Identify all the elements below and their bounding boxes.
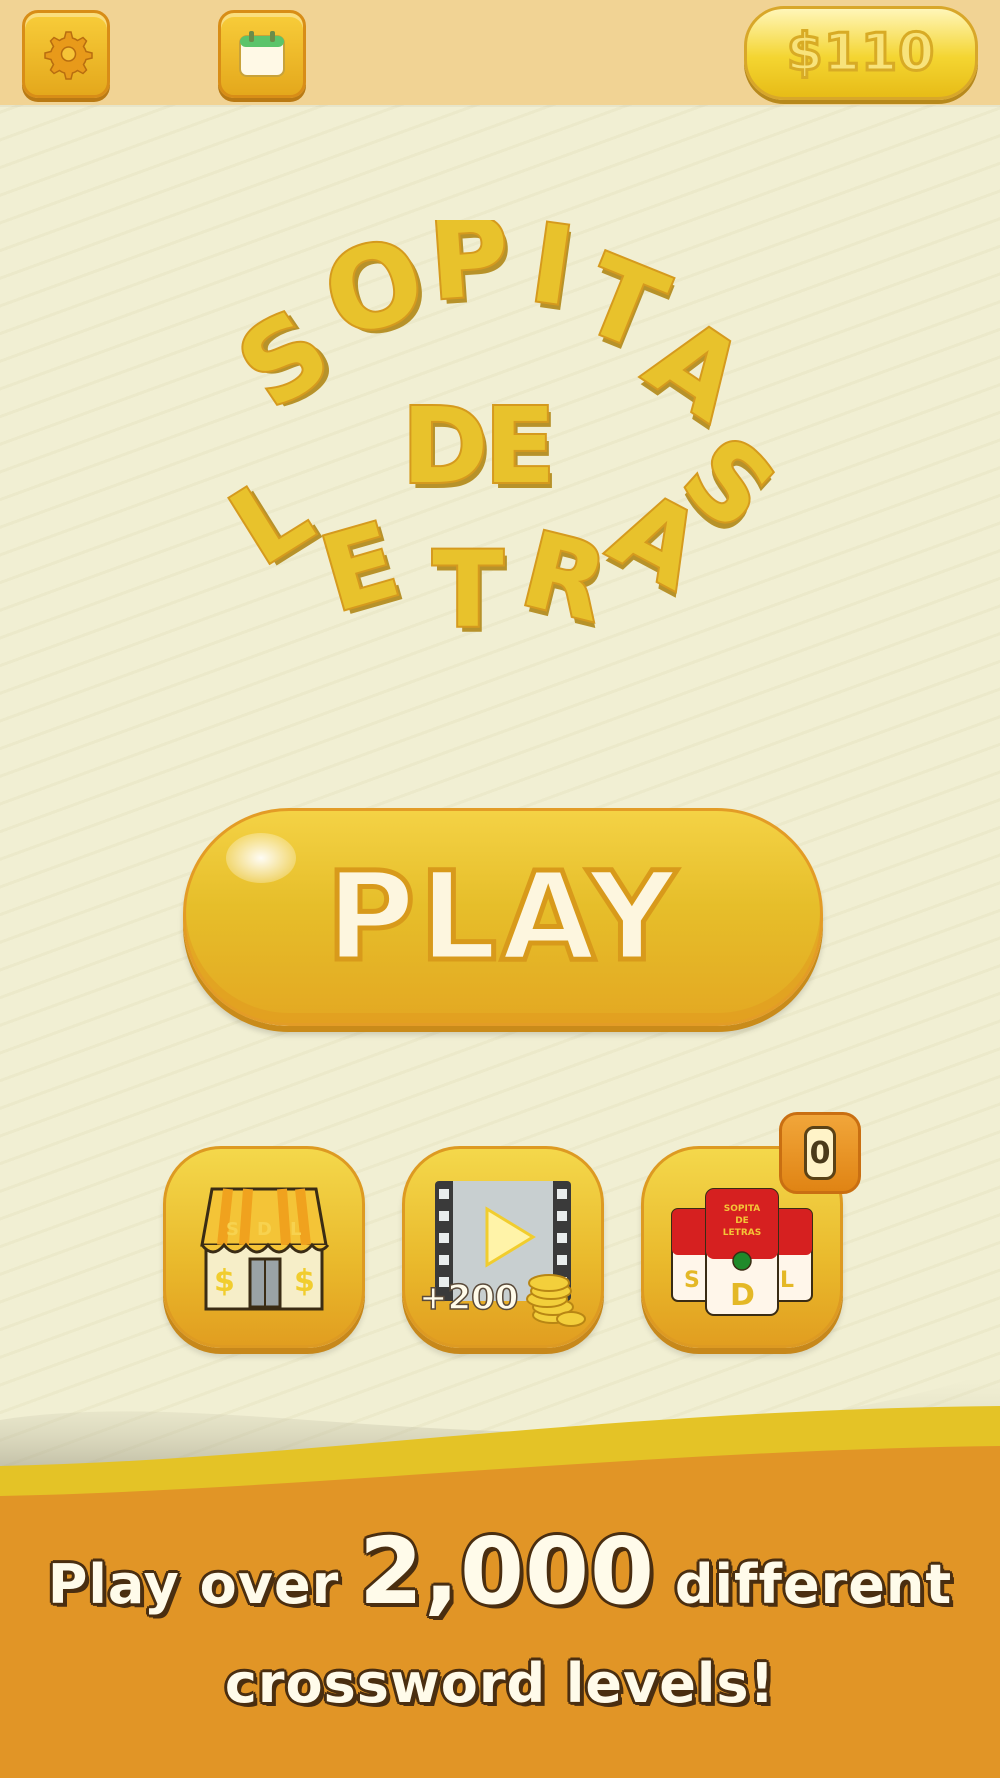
logo-letter-face: E — [309, 499, 411, 636]
promo-number: 2,000 — [359, 1518, 656, 1625]
collection-badge: 0 — [779, 1112, 861, 1194]
can-title: DE — [735, 1216, 749, 1226]
calendar-button[interactable] — [218, 10, 306, 98]
reward-amount: +200 — [419, 1278, 518, 1318]
can-title: LETRAS — [723, 1228, 761, 1238]
logo-letter-face: D — [402, 385, 488, 507]
promo-prefix: Play over — [47, 1553, 340, 1616]
button-shine — [226, 833, 296, 883]
logo-letter-face: O — [311, 220, 438, 364]
can-letter: L — [780, 1268, 794, 1293]
logo-letter: EE — [307, 497, 416, 641]
shop-sign-left: $ — [214, 1264, 235, 1299]
calendar-icon — [239, 31, 285, 77]
shop-icon: S D L $ $ — [200, 1187, 330, 1311]
shop-sign-right: $ — [294, 1264, 315, 1299]
coin-balance[interactable]: $110 — [744, 6, 978, 100]
game-logo: SSOOPP IITTAADD EELLEE TT RRAASS — [208, 220, 799, 657]
play-label: PLAY — [323, 844, 681, 991]
can-letter: D — [730, 1278, 755, 1313]
logo-letter: PP — [424, 220, 518, 330]
gear-icon — [44, 31, 93, 80]
awning-letter: D — [257, 1219, 272, 1240]
settings-button[interactable] — [22, 10, 110, 98]
shop-button[interactable]: S D L $ $ — [163, 1146, 365, 1348]
promo-line2: crossword levels! — [224, 1652, 776, 1715]
can-letter: S — [684, 1268, 700, 1293]
logo-letter-face: P — [426, 220, 514, 325]
logo-letter: DD — [400, 383, 492, 513]
top-bar: $110 — [0, 0, 1000, 105]
logo-letter-face: T — [433, 529, 504, 651]
center-can: SOPITA DE LETRAS D — [705, 1188, 779, 1316]
video-reward-button[interactable]: +200 — [402, 1146, 604, 1348]
logo-letter: TT — [431, 527, 508, 657]
logo-letter: II — [521, 220, 583, 337]
logo-letter: EE — [482, 383, 559, 513]
promo-suffix: different — [674, 1553, 953, 1616]
logo-letter: OO — [309, 220, 444, 369]
logo-letter-face: E — [484, 385, 555, 507]
awning-letter: S — [226, 1219, 239, 1240]
can-title: SOPITA — [724, 1204, 761, 1214]
awning-letter: L — [290, 1219, 301, 1240]
promo-line1: Play over 2,000 different — [0, 1520, 1000, 1637]
play-button[interactable]: PLAY — [183, 808, 823, 1026]
badge-count: 0 — [804, 1126, 836, 1180]
video-reward-icon: +200 — [418, 1181, 586, 1327]
promo-text: Play over 2,000 different crossword leve… — [0, 1520, 1000, 1731]
